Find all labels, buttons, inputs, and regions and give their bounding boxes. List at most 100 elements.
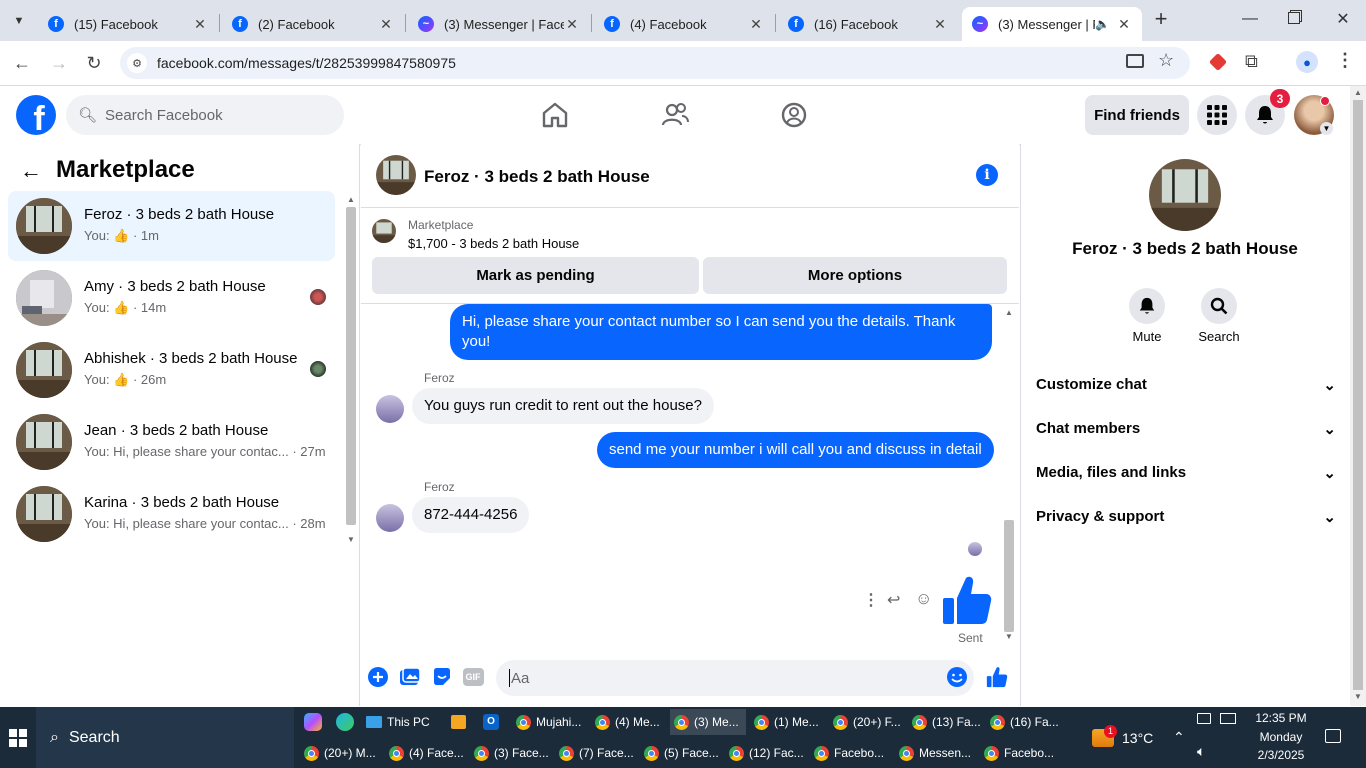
mute-button[interactable] [1129,288,1165,324]
section-media-files-links[interactable]: Media, files and links ⌄ [1036,464,1336,482]
home-icon[interactable] [540,100,570,130]
listing-summary[interactable]: $1,700 - 3 beds 2 bath House [408,236,579,251]
chat-title[interactable]: Feroz · 3 beds 2 bath House [424,167,650,187]
chat-avatar[interactable] [376,155,416,195]
forward-button[interactable]: → [48,52,70,74]
speaker-icon[interactable]: 🔈 [1095,17,1110,31]
taskbar-chrome-window[interactable]: (20+) F... [829,709,905,735]
taskbar-this-pc[interactable]: This PC [366,709,430,735]
reply-icon[interactable]: ↩ [887,590,900,610]
page-scrollbar[interactable]: ▲ ▼ [1350,86,1366,706]
account-chevron-icon[interactable]: ▼ [1320,122,1333,135]
show-hidden-icons-icon[interactable]: ⌃ [1173,729,1185,746]
taskbar-chrome-window-active[interactable]: (3) Me... [670,709,746,735]
sender-avatar[interactable] [376,395,404,423]
close-icon[interactable]: ✕ [1116,16,1132,33]
info-icon[interactable]: i [976,164,998,186]
taskbar-chrome-window[interactable]: (16) Fa... [986,709,1062,735]
minimize-window-button[interactable]: — [1240,10,1260,30]
conversation-item[interactable]: Feroz · 3 beds 2 bath House You: 👍 · 1m [8,191,335,261]
react-emoji-icon[interactable]: ☺ [915,589,932,609]
friends-icon[interactable] [660,100,690,130]
taskbar-chrome-window[interactable]: (1) Me... [750,709,826,735]
message-bubble-received[interactable]: 872-444-4256 [412,497,530,533]
taskbar-chrome-window[interactable]: (13) Fa... [908,709,984,735]
taskbar-chrome-window[interactable]: Mujahi... [512,709,588,735]
browser-menu-icon[interactable]: ⋮ [1336,50,1354,71]
clock-time[interactable]: 12:35 PM [1248,711,1314,725]
taskbar-chrome-window[interactable]: (7) Face... [555,740,635,766]
close-icon[interactable]: ✕ [192,16,208,33]
section-customize-chat[interactable]: Customize chat ⌄ [1036,376,1336,394]
close-icon[interactable]: ✕ [564,16,580,33]
taskbar-chrome-window[interactable]: (5) Face... [640,740,720,766]
taskbar-search[interactable]: ⌕ Search [36,707,294,768]
search-in-chat-button[interactable] [1201,288,1237,324]
gif-icon[interactable]: GIF [462,666,484,688]
details-avatar[interactable] [1149,159,1221,231]
close-icon[interactable]: ✕ [748,16,764,33]
taskbar-chrome-window[interactable]: (3) Face... [470,740,550,766]
conversation-list-scrollbar[interactable]: ▲ ▼ [344,195,358,548]
browser-tab[interactable]: f (16) Facebook ✕ [778,7,958,41]
close-icon[interactable]: ✕ [378,16,394,33]
section-privacy-support[interactable]: Privacy & support ⌄ [1036,508,1336,526]
taskbar-chrome-window[interactable]: (20+) M... [300,740,380,766]
find-friends-button[interactable]: Find friends [1085,95,1189,135]
weather-widget[interactable]: 13°C [1092,725,1162,751]
taskbar-chrome-window[interactable]: Facebo... [980,740,1060,766]
conversation-item[interactable]: Amy · 3 beds 2 bath House You: 👍 · 14m [8,263,335,333]
clock-date[interactable]: 2/3/2025 [1248,748,1314,762]
taskbar-chrome-window[interactable]: (4) Face... [385,740,465,766]
message-bubble-sent[interactable]: Hi, please share your contact number so … [450,304,992,360]
groups-icon[interactable] [779,100,809,130]
section-chat-members[interactable]: Chat members ⌄ [1036,420,1336,438]
message-bubble-received[interactable]: You guys run credit to rent out the hous… [412,388,714,424]
sent-like-icon[interactable] [942,574,992,626]
copilot-icon[interactable] [304,713,322,731]
calendar-app-icon[interactable] [451,715,466,729]
conversation-item[interactable]: Abhishek · 3 beds 2 bath House You: 👍 · … [8,335,335,405]
browser-tab[interactable]: f (2) Facebook ✕ [222,7,404,41]
clock-day[interactable]: Monday [1248,730,1314,744]
bookmark-star-icon[interactable]: ☆ [1158,50,1174,71]
browser-tab-active[interactable]: ~ (3) Messenger | Fa 🔈 ✕ [962,7,1142,41]
chat-scrollbar[interactable]: ▲ ▼ [1002,308,1016,644]
emoji-picker-icon[interactable] [946,666,968,688]
mark-as-pending-button[interactable]: Mark as pending [372,257,699,294]
site-info-icon[interactable]: ⚙ [127,53,147,73]
message-more-icon[interactable]: ⋮ [863,590,879,610]
taskbar-chrome-window[interactable]: (12) Fac... [725,740,805,766]
notification-center-icon[interactable] [1325,729,1341,743]
back-arrow-icon[interactable]: ← [20,158,42,184]
outlook-icon[interactable]: O [483,714,499,730]
display-icon[interactable] [1197,713,1211,724]
extensions-puzzle-icon[interactable]: ⧉ [1245,51,1258,72]
new-tab-button[interactable]: + [1150,8,1172,30]
install-app-icon[interactable] [1126,54,1144,68]
browser-tab[interactable]: f (4) Facebook ✕ [594,7,774,41]
menu-grid-button[interactable] [1197,95,1237,135]
sender-avatar[interactable] [376,504,404,532]
send-like-icon[interactable] [986,666,1008,688]
taskbar-chrome-window[interactable]: (4) Me... [591,709,667,735]
close-window-button[interactable]: ✕ [1333,9,1353,29]
browser-tab[interactable]: ~ (3) Messenger | Faceb ✕ [408,7,590,41]
tab-search-dropdown-button[interactable]: ▼ [8,10,30,32]
sticker-icon[interactable] [431,666,453,688]
taskbar-chrome-window[interactable]: Facebo... [810,740,890,766]
close-icon[interactable]: ✕ [932,16,948,33]
more-actions-plus-icon[interactable] [367,666,389,688]
reload-button[interactable]: ↻ [83,52,105,74]
conversation-item[interactable]: Jean · 3 beds 2 bath House You: Hi, plea… [8,407,335,477]
attach-photo-icon[interactable] [399,666,421,688]
profile-icon[interactable]: ● [1296,51,1318,73]
restore-window-button[interactable] [1288,12,1300,24]
back-button[interactable]: ← [11,52,33,74]
taskbar-chrome-window[interactable]: Messen... [895,740,975,766]
message-input[interactable]: Aa [496,660,974,696]
facebook-logo-icon[interactable]: f [16,95,56,135]
browser-tab[interactable]: f (15) Facebook ✕ [38,7,218,41]
message-bubble-sent[interactable]: send me your number i will call you and … [597,432,994,468]
search-facebook-input[interactable]: 🔍︎ Search Facebook [66,95,344,135]
